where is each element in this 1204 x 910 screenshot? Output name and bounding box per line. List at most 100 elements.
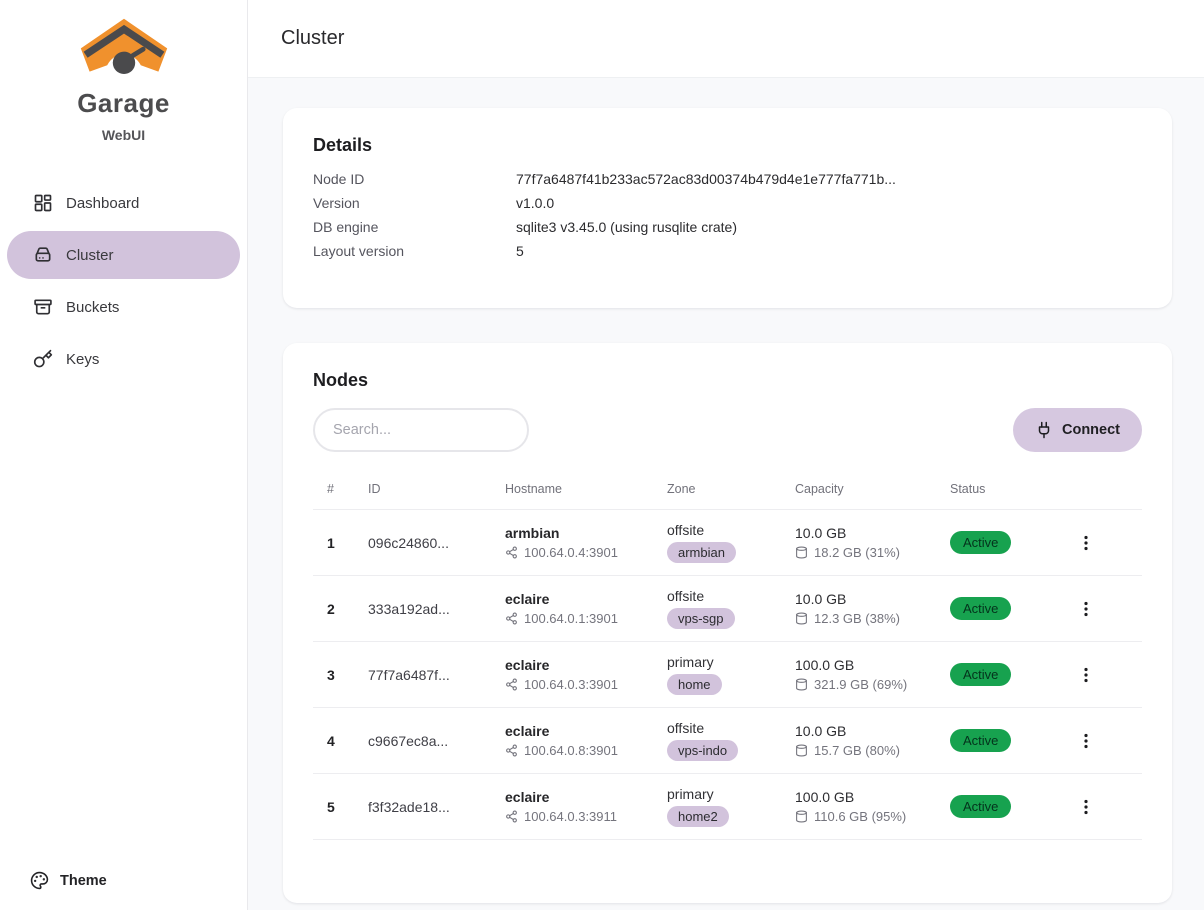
table-body: 1 096c24860... armbian 100.64.0.4:3901 o… <box>313 510 1142 840</box>
col-header-num: # <box>327 482 368 496</box>
capacity-cell: 10.0 GB 18.2 GB (31%) <box>795 525 950 560</box>
actions-cell <box>1070 528 1100 558</box>
zone-type: offsite <box>667 720 795 736</box>
zone-type: primary <box>667 654 795 670</box>
hostname-cell: eclaire 100.64.0.8:3901 <box>505 723 667 758</box>
node-address: 100.64.0.8:3901 <box>524 743 618 758</box>
node-id: f3f32ade18... <box>368 799 505 815</box>
kebab-icon <box>1078 733 1094 749</box>
brand-title: Garage <box>0 88 247 119</box>
status-badge: Active <box>950 663 1011 686</box>
capacity-value: 10.0 GB <box>795 525 950 541</box>
hostname: eclaire <box>505 789 667 805</box>
status-badge: Active <box>950 795 1011 818</box>
node-address: 100.64.0.3:3901 <box>524 677 618 692</box>
zone-type: offsite <box>667 522 795 538</box>
col-header-capacity: Capacity <box>795 482 950 496</box>
sidebar: Garage WebUI Dashboard Cluster Bu <box>0 0 248 910</box>
hostname: eclaire <box>505 723 667 739</box>
buckets-icon <box>33 297 53 317</box>
node-address: 100.64.0.1:3901 <box>524 611 618 626</box>
row-menu-button[interactable] <box>1072 792 1100 822</box>
sidebar-item-label: Dashboard <box>66 195 139 212</box>
zone-cell: offsite vps-indo <box>667 720 795 761</box>
connect-label: Connect <box>1062 422 1120 438</box>
table-header: # ID Hostname Zone Capacity Status <box>313 452 1142 510</box>
row-menu-button[interactable] <box>1072 594 1100 624</box>
share-icon <box>505 546 518 559</box>
details-row: Layout version 5 <box>313 243 1142 267</box>
zone-badge: home2 <box>667 806 729 827</box>
row-menu-button[interactable] <box>1072 726 1100 756</box>
status-cell: Active <box>950 795 1070 818</box>
connect-button[interactable]: Connect <box>1013 408 1142 452</box>
capacity-value: 100.0 GB <box>795 789 950 805</box>
zone-badge: vps-indo <box>667 740 738 761</box>
table-row[interactable]: 4 c9667ec8a... eclaire 100.64.0.8:3901 o… <box>313 708 1142 774</box>
zone-badge: armbian <box>667 542 736 563</box>
status-badge: Active <box>950 729 1011 752</box>
sidebar-item-label: Buckets <box>66 299 119 316</box>
zone-cell: primary home2 <box>667 786 795 827</box>
zone-type: primary <box>667 786 795 802</box>
search-input[interactable] <box>313 408 529 452</box>
status-badge: Active <box>950 597 1011 620</box>
row-number: 2 <box>327 601 368 617</box>
details-row: Node ID 77f7a6487f41b233ac572ac83d00374b… <box>313 171 1142 195</box>
row-menu-button[interactable] <box>1072 528 1100 558</box>
capacity-cell: 10.0 GB 15.7 GB (80%) <box>795 723 950 758</box>
database-icon <box>795 678 808 691</box>
row-menu-button[interactable] <box>1072 660 1100 690</box>
disk-usage: 12.3 GB (38%) <box>814 611 900 626</box>
table-row[interactable]: 5 f3f32ade18... eclaire 100.64.0.3:3911 … <box>313 774 1142 840</box>
capacity-cell: 100.0 GB 321.9 GB (69%) <box>795 657 950 692</box>
details-value: 77f7a6487f41b233ac572ac83d00374b479d4e1e… <box>516 171 1142 187</box>
sidebar-item-dashboard[interactable]: Dashboard <box>7 179 240 227</box>
table-row[interactable]: 1 096c24860... armbian 100.64.0.4:3901 o… <box>313 510 1142 576</box>
hostname-cell: eclaire 100.64.0.3:3911 <box>505 789 667 824</box>
details-label: Version <box>313 195 516 211</box>
page-title: Cluster <box>281 27 344 50</box>
share-icon <box>505 678 518 691</box>
hostname: eclaire <box>505 591 667 607</box>
hostname-cell: eclaire 100.64.0.3:3901 <box>505 657 667 692</box>
sidebar-item-label: Keys <box>66 351 99 368</box>
kebab-icon <box>1078 535 1094 551</box>
row-number: 4 <box>327 733 368 749</box>
content: Details Node ID 77f7a6487f41b233ac572ac8… <box>248 78 1204 910</box>
disk-usage: 110.6 GB (95%) <box>814 809 906 824</box>
plug-icon <box>1035 421 1053 439</box>
capacity-value: 10.0 GB <box>795 591 950 607</box>
cluster-icon <box>33 245 53 265</box>
col-header-zone: Zone <box>667 482 795 496</box>
sidebar-item-keys[interactable]: Keys <box>7 335 240 383</box>
sidebar-item-cluster[interactable]: Cluster <box>7 231 240 279</box>
table-row[interactable]: 3 77f7a6487f... eclaire 100.64.0.3:3901 … <box>313 642 1142 708</box>
share-icon <box>505 810 518 823</box>
database-icon <box>795 810 808 823</box>
nodes-card: Nodes Connect # ID Hostname Zone Capacit… <box>283 343 1172 903</box>
share-icon <box>505 612 518 625</box>
sidebar-item-buckets[interactable]: Buckets <box>7 283 240 331</box>
hostname-cell: eclaire 100.64.0.1:3901 <box>505 591 667 626</box>
sidebar-nav: Dashboard Cluster Buckets Keys <box>0 179 247 383</box>
actions-cell <box>1070 726 1100 756</box>
share-icon <box>505 744 518 757</box>
actions-cell <box>1070 660 1100 690</box>
theme-label: Theme <box>60 873 107 889</box>
palette-icon <box>30 871 49 890</box>
zone-badge: home <box>667 674 722 695</box>
actions-cell <box>1070 594 1100 624</box>
row-number: 3 <box>327 667 368 683</box>
zone-type: offsite <box>667 588 795 604</box>
hostname: armbian <box>505 525 667 541</box>
theme-toggle-button[interactable]: Theme <box>30 871 247 890</box>
table-row[interactable]: 2 333a192ad... eclaire 100.64.0.1:3901 o… <box>313 576 1142 642</box>
brand-area: Garage WebUI <box>0 0 247 143</box>
keys-icon <box>33 349 53 369</box>
kebab-icon <box>1078 799 1094 815</box>
nodes-toolbar: Connect <box>313 408 1142 452</box>
capacity-value: 10.0 GB <box>795 723 950 739</box>
details-label: DB engine <box>313 219 516 235</box>
details-value: v1.0.0 <box>516 195 1142 211</box>
